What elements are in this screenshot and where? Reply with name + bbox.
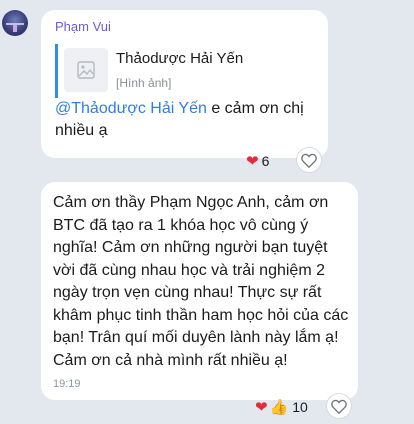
- add-reaction-button[interactable]: [326, 393, 352, 419]
- add-reaction-button[interactable]: [296, 147, 322, 173]
- message-body: Cảm ơn thầy Phạm Ngọc Anh, cảm ơn BTC đã…: [53, 194, 349, 369]
- heart-outline-icon: [331, 399, 347, 414]
- reply-title: Thảodược Hải Yến: [116, 50, 244, 67]
- thumbs-up-icon: 👍: [269, 398, 289, 416]
- heart-icon: ❤: [255, 398, 268, 416]
- message-time: 19:19: [53, 378, 81, 390]
- reply-subtitle: [Hình ảnh]: [116, 76, 172, 90]
- reaction-summary[interactable]: ❤ 6: [246, 150, 269, 172]
- reaction-count: 6: [261, 153, 270, 169]
- reaction-summary[interactable]: ❤ 👍 10: [255, 396, 308, 418]
- sender-avatar[interactable]: [2, 10, 28, 36]
- message-bubble-2[interactable]: Cảm ơn thầy Phạm Ngọc Anh, cảm ơn BTC đã…: [41, 182, 358, 400]
- reaction-count: 10: [292, 399, 308, 415]
- message-bubble-1[interactable]: Phạm Vui Thảodược Hải Yến [Hình ảnh] @Th…: [41, 10, 328, 158]
- message-text: @Thảodược Hải Yến e cảm ơn chị nhiều ạ: [55, 98, 317, 142]
- heart-icon: ❤: [246, 152, 259, 170]
- heart-outline-icon: [301, 153, 317, 168]
- image-placeholder-icon: [64, 48, 108, 92]
- quoted-reply[interactable]: Thảodược Hải Yến [Hình ảnh]: [55, 44, 275, 98]
- sender-name[interactable]: Phạm Vui: [55, 19, 111, 34]
- mention-link[interactable]: @Thảodược Hải Yến: [55, 100, 207, 117]
